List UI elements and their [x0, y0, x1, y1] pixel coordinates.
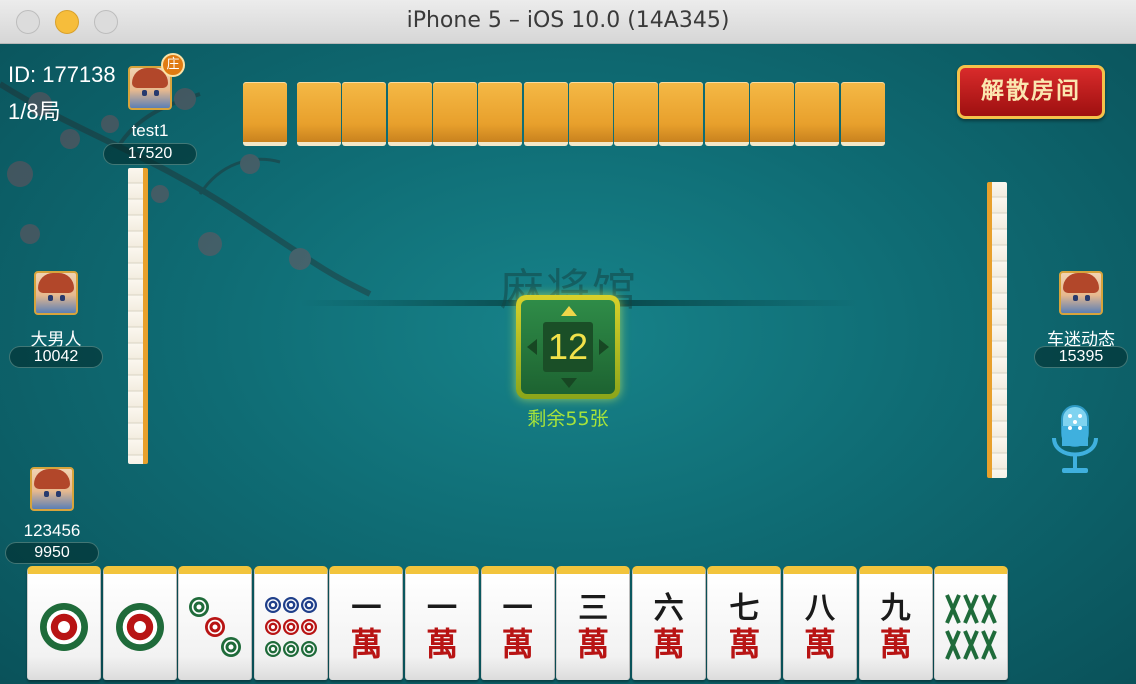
tile-suit-char: 萬: [501, 625, 534, 663]
tile-suit-char: 萬: [652, 625, 685, 663]
opponent-tile-back: [659, 82, 704, 146]
one-circle-tile-icon: [115, 603, 164, 651]
hand-tile[interactable]: [178, 566, 253, 680]
tile-rank-char: 七: [729, 591, 760, 626]
opponent-tile-back: [387, 82, 432, 146]
tile-rank-char: 八: [805, 591, 835, 626]
player-score-left: 10042: [9, 346, 103, 368]
tile-rank-char: 一: [427, 591, 457, 626]
turn-countdown: 12: [543, 322, 593, 372]
hand-tile[interactable]: [27, 566, 101, 680]
turn-compass: 12: [516, 295, 620, 399]
tile-rank-char: 九: [880, 591, 911, 626]
opponent-tile-back: [750, 82, 794, 146]
hand-tile[interactable]: 九萬: [858, 566, 933, 680]
right-opponent-hand: [987, 182, 1007, 478]
six-bamboo-tile-icon: [945, 594, 998, 660]
tile-rank-char: 六: [653, 591, 684, 626]
avatar-self-player[interactable]: [30, 467, 74, 511]
player-score-right: 15395: [1034, 346, 1128, 368]
dealer-badge: 庄: [161, 53, 185, 77]
tile-suit-char: 萬: [879, 625, 912, 663]
opponent-tile-back: [704, 82, 749, 146]
one-circle-tile-icon: [40, 603, 88, 651]
microphone-icon[interactable]: [1050, 404, 1100, 478]
opponent-tile-back: [523, 82, 568, 146]
hand-tile[interactable]: [934, 566, 1009, 680]
hand-tile[interactable]: [102, 566, 177, 680]
opponent-tile-back: [614, 82, 659, 146]
player-score-self: 9950: [5, 542, 99, 564]
hand-tile[interactable]: 六萬: [631, 566, 706, 680]
window-titlebar: iPhone 5 – iOS 10.0 (14A345): [0, 0, 1136, 44]
dissolve-room-button[interactable]: 解散房间: [957, 65, 1105, 119]
tile-suit-char: 萬: [728, 625, 761, 663]
tile-rank-char: 一: [351, 591, 382, 626]
tile-rank-char: 三: [578, 591, 609, 626]
east-arrow-icon: [599, 339, 609, 355]
player-score-top: 17520: [103, 143, 197, 165]
tile-suit-char: 萬: [577, 625, 610, 663]
opponent-tile-back: [795, 82, 840, 146]
round-counter: 1/8局: [8, 99, 61, 124]
south-arrow-icon: [561, 378, 577, 388]
avatar-right-player[interactable]: [1059, 271, 1103, 315]
hand-tile[interactable]: 八萬: [783, 566, 857, 680]
hand-tile[interactable]: 一萬: [405, 566, 479, 680]
opponent-tile-back: [478, 82, 523, 146]
left-opponent-hand: [128, 168, 148, 464]
opponent-tile-back: [840, 82, 885, 146]
hand-tile[interactable]: 三萬: [556, 566, 631, 680]
tile-suit-char: 萬: [803, 625, 836, 663]
opponent-tile-back: [243, 82, 287, 146]
player-name-top: test1: [131, 121, 169, 140]
avatar-left-player[interactable]: [34, 271, 78, 315]
tile-suit-char: 萬: [425, 625, 458, 663]
remaining-tiles-text: 剩余55张: [527, 408, 609, 430]
window-title: iPhone 5 – iOS 10.0 (14A345): [406, 8, 730, 33]
opponent-tile-back: [568, 82, 613, 146]
tile-suit-char: 萬: [350, 625, 383, 663]
west-arrow-icon: [527, 339, 537, 355]
room-id: ID: 177138: [8, 62, 116, 87]
opponent-tile-back: [297, 82, 341, 146]
opponent-tile-back: [342, 82, 387, 146]
nine-circle-tile-icon: [264, 597, 317, 657]
hand-tile[interactable]: [253, 566, 328, 680]
game-table: 麻将馆 ID: 177138 1/8局 庄 test1 17520 大男人 10…: [0, 44, 1136, 684]
tile-rank-char: 一: [502, 591, 533, 626]
player-name-self: 123456: [23, 521, 81, 540]
opponent-tile-back: [432, 82, 477, 146]
north-arrow-icon: [561, 306, 577, 316]
hand-tile[interactable]: 一萬: [480, 566, 555, 680]
hand-tile[interactable]: 七萬: [707, 566, 782, 680]
three-circle-tile-icon: [189, 597, 242, 657]
hand-tile[interactable]: 一萬: [329, 566, 404, 680]
